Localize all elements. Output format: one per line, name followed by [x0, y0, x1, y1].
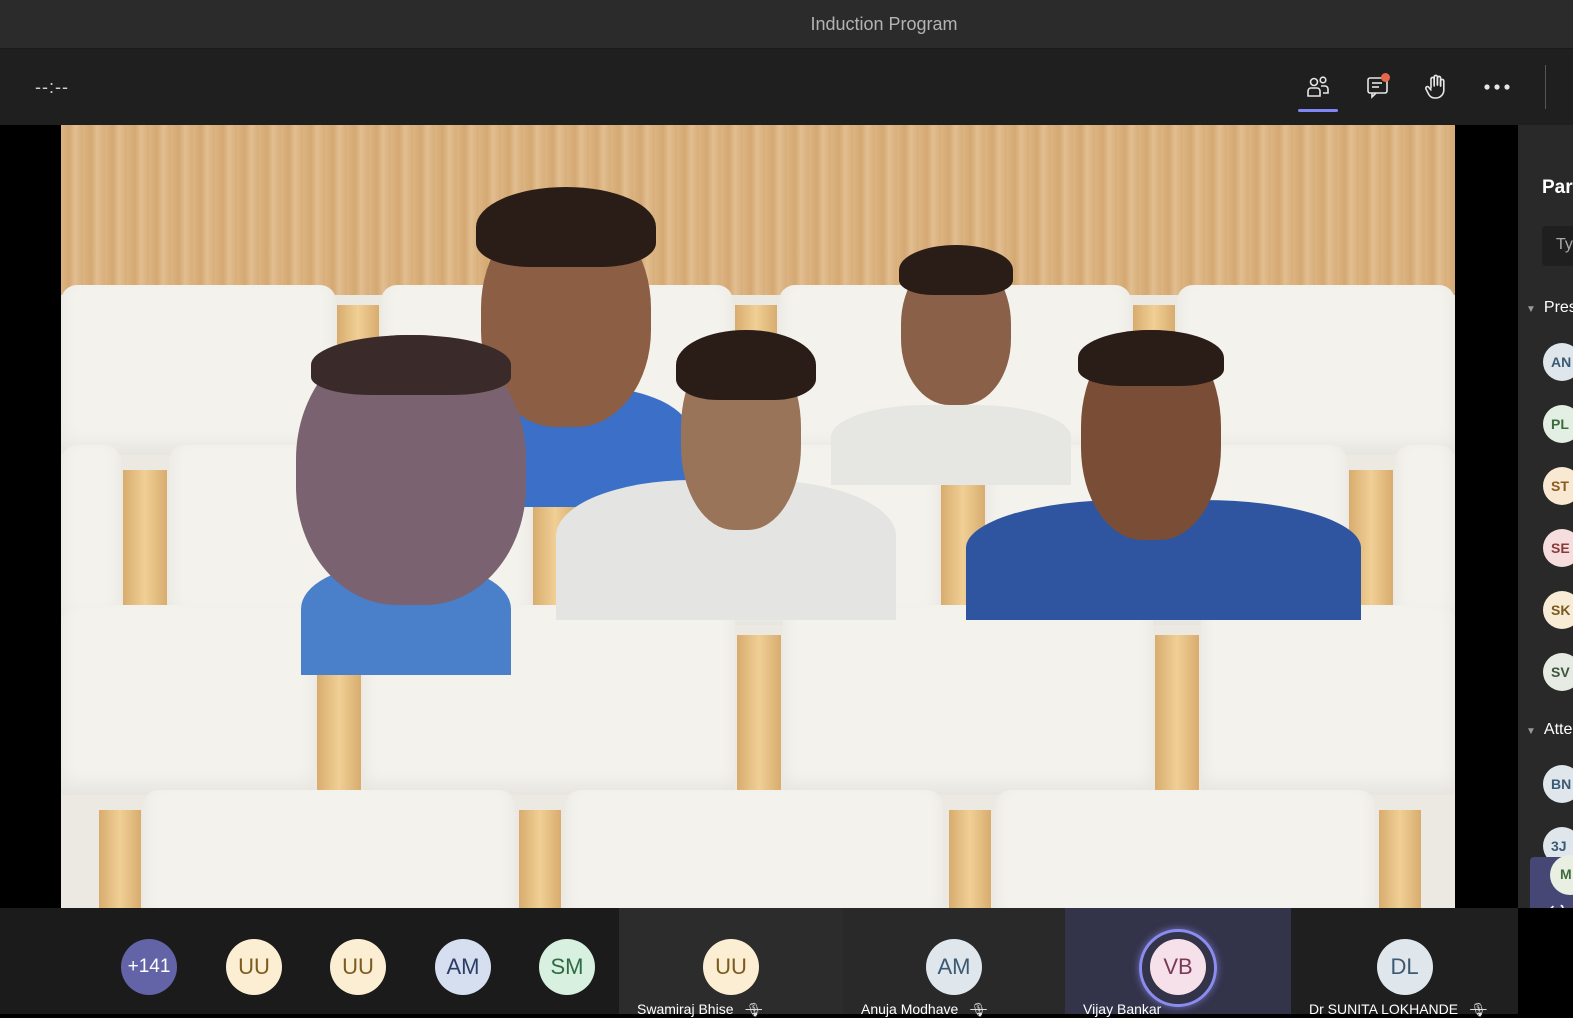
hand-icon [1425, 74, 1445, 99]
participant-name-row: Vijay Bankar [1083, 1001, 1161, 1017]
participant-name-row: Swamiraj Bhise 🎙 [637, 1001, 762, 1018]
caret-down-icon: ▼ [1526, 304, 1536, 315]
participant-tile[interactable]: VB Vijay Bankar [1065, 908, 1291, 1017]
panel-participant-avatar[interactable]: ST [1543, 467, 1573, 505]
chat-notification-dot [1381, 73, 1390, 82]
mic-off-icon: 🎙 [745, 1002, 762, 1017]
participant-avatar[interactable]: AM [435, 939, 491, 995]
meeting-timer: --:-- [35, 77, 69, 97]
participant-strip: +141 UU UU AM SM UU Swamiraj Bhise 🎙 AM Anuja M… [0, 908, 1518, 1017]
participant-name: Dr SUNITA LOKHANDE [1309, 1001, 1459, 1017]
participant-avatar: DL [1376, 939, 1433, 995]
panel-title: Par [1542, 177, 1573, 198]
participant-search-input[interactable]: Ty [1542, 226, 1573, 266]
more-actions-button[interactable] [1475, 67, 1519, 107]
overflow-count-badge[interactable]: +141 [121, 939, 177, 995]
participant-avatar: AM [926, 939, 982, 995]
participant-name-row: Anuja Modhave 🎙 [861, 1001, 987, 1018]
meeting-title: Induction Program [810, 13, 958, 34]
meeting-toolbar: --:-- [0, 49, 1573, 125]
section-label-text: Pres [1543, 299, 1573, 316]
callout-avatar: M [1550, 855, 1573, 895]
participant-name: Vijay Bankar [1083, 1001, 1162, 1017]
section-label[interactable]: ▼ Pres [1526, 299, 1573, 317]
mic-off-icon: 🎙 [1470, 1002, 1487, 1017]
participant-name: Swamiraj Bhise [637, 1001, 734, 1017]
panel-participant-avatar[interactable]: AN [1543, 343, 1573, 381]
panel-participant-avatar[interactable]: SV [1543, 653, 1573, 691]
participant-tile[interactable]: AM Anuja Modhave 🎙 [843, 908, 1065, 1017]
ellipsis-icon [1484, 84, 1510, 90]
shared-video-feed [61, 125, 1455, 908]
return-icon[interactable]: ↩ [1548, 897, 1565, 908]
wood-wall-background [61, 125, 1455, 295]
chat-button[interactable] [1356, 67, 1400, 107]
panel-callout[interactable]: M ↩ [1530, 855, 1573, 908]
panel-participant-avatar[interactable]: SE [1543, 529, 1573, 567]
panel-participant-avatar[interactable]: PL [1543, 405, 1573, 443]
participant-tile[interactable]: UU Swamiraj Bhise 🎙 [619, 908, 843, 1017]
participant-avatar[interactable]: UU [330, 939, 386, 995]
participant-avatar: UU [703, 939, 759, 995]
participant-tile[interactable]: DL Dr SUNITA LOKHANDE 🎙 [1291, 908, 1518, 1017]
participants-panel: Par Ty ▼PresANPLSTSESKSV▼AtteBN3J M ↩ [1518, 125, 1573, 908]
people-icon [1307, 76, 1329, 97]
title-bar: Induction Program [0, 0, 1573, 49]
participant-name-row: Dr SUNITA LOKHANDE 🎙 [1309, 1001, 1487, 1018]
toolbar-divider [1545, 65, 1546, 109]
mic-off-icon: 🎙 [970, 1002, 987, 1017]
section-label[interactable]: ▼ Atte [1526, 721, 1572, 739]
raise-hand-button[interactable] [1414, 67, 1458, 107]
participant-avatar[interactable]: SM [539, 939, 595, 995]
participant-avatar[interactable]: UU [226, 939, 282, 995]
panel-participant-avatar[interactable]: SK [1543, 591, 1573, 629]
section-label-text: Atte [1543, 721, 1573, 738]
participant-avatar: VB [1150, 939, 1206, 995]
participant-name: Anuja Modhave [861, 1001, 959, 1017]
video-stage [0, 125, 1518, 908]
caret-down-icon: ▼ [1526, 726, 1536, 737]
participants-button[interactable] [1296, 67, 1340, 112]
panel-participant-avatar[interactable]: BN [1543, 765, 1573, 803]
